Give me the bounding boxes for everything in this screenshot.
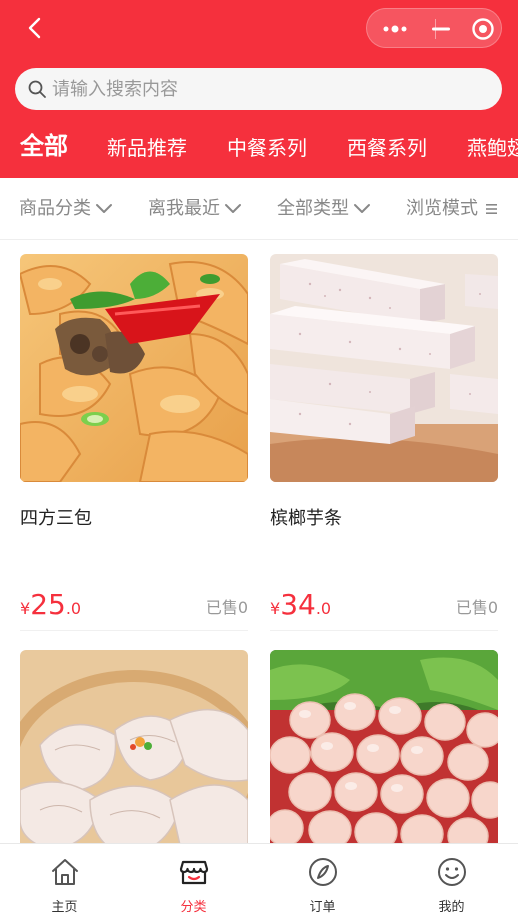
nav-home[interactable]: 主页	[0, 844, 129, 920]
mini-program-capsule	[366, 8, 502, 48]
nav-profile-label: 我的	[438, 900, 465, 915]
tab-chinese[interactable]: 中餐系列	[227, 132, 307, 164]
filter-distance[interactable]: 离我最近	[148, 197, 242, 221]
category-tabs: 全部 新品推荐 中餐系列 西餐系列 燕鲍翅	[0, 122, 518, 174]
filter-view-mode-label: 浏览模式	[406, 198, 478, 219]
product-image[interactable]	[270, 254, 498, 482]
smiley-icon	[438, 858, 466, 886]
minimize-button[interactable]	[427, 19, 453, 39]
nav-category-label: 分类	[180, 900, 207, 915]
close-button[interactable]	[471, 17, 495, 41]
product-card[interactable]: 槟榔芋条 ¥34.0 已售0	[270, 254, 498, 624]
search-icon	[28, 80, 46, 98]
card-divider	[270, 630, 498, 631]
nav-category[interactable]: 分类	[129, 844, 258, 920]
chevron-down-icon	[225, 204, 241, 213]
filter-view-mode[interactable]: 浏览模式	[406, 197, 500, 221]
bottom-nav: 主页 分类 订单 我的	[0, 843, 518, 920]
filter-category[interactable]: 商品分类	[19, 197, 113, 221]
filter-type[interactable]: 全部类型	[277, 197, 371, 221]
food-image-fried-pastry	[20, 254, 248, 482]
chevron-down-icon	[96, 204, 112, 213]
target-icon	[472, 18, 494, 40]
header: 全部 新品推荐 中餐系列 西餐系列 燕鲍翅	[0, 0, 518, 178]
minus-icon	[432, 27, 450, 31]
food-image-taro-sticks	[270, 254, 498, 482]
compass-icon	[309, 858, 337, 886]
sold-count: 已售0	[455, 598, 498, 617]
search-input[interactable]	[52, 68, 482, 110]
product-name[interactable]: 四方三包	[20, 504, 92, 530]
store-icon	[179, 860, 209, 885]
sold-count: 已售0	[205, 598, 248, 617]
tab-new[interactable]: 新品推荐	[107, 132, 187, 164]
tab-all[interactable]: 全部	[20, 130, 68, 162]
page: 全部 新品推荐 中餐系列 西餐系列 燕鲍翅 商品分类 离我最近 全部类型 浏览模…	[0, 0, 518, 920]
more-dots-icon	[383, 25, 407, 33]
search-bar	[15, 68, 502, 110]
product-card[interactable]	[270, 650, 498, 878]
back-button[interactable]	[22, 14, 50, 42]
filter-category-label: 商品分类	[19, 198, 91, 219]
product-price: ¥25.0	[20, 588, 82, 621]
product-name[interactable]: 槟榔芋条	[270, 504, 342, 530]
tab-seafood[interactable]: 燕鲍翅	[467, 132, 518, 164]
product-price: ¥34.0	[270, 588, 332, 621]
chevron-left-icon	[28, 17, 41, 39]
filter-distance-label: 离我最近	[148, 198, 220, 219]
product-card[interactable]: 四方三包 ¥25.0 已售0	[20, 254, 248, 624]
filter-type-label: 全部类型	[277, 198, 349, 219]
nav-profile[interactable]: 我的	[387, 844, 516, 920]
chevron-down-icon	[354, 204, 370, 213]
product-image[interactable]	[20, 254, 248, 482]
product-card[interactable]	[20, 650, 248, 878]
nav-orders[interactable]: 订单	[258, 844, 387, 920]
nav-orders-label: 订单	[309, 900, 336, 915]
tab-western[interactable]: 西餐系列	[347, 132, 427, 164]
filter-bar: 商品分类 离我最近 全部类型 浏览模式	[0, 178, 518, 240]
more-button[interactable]	[381, 19, 411, 39]
card-divider	[20, 630, 248, 631]
nav-home-label: 主页	[51, 900, 78, 915]
home-icon	[52, 859, 78, 885]
menu-icon	[486, 204, 497, 214]
